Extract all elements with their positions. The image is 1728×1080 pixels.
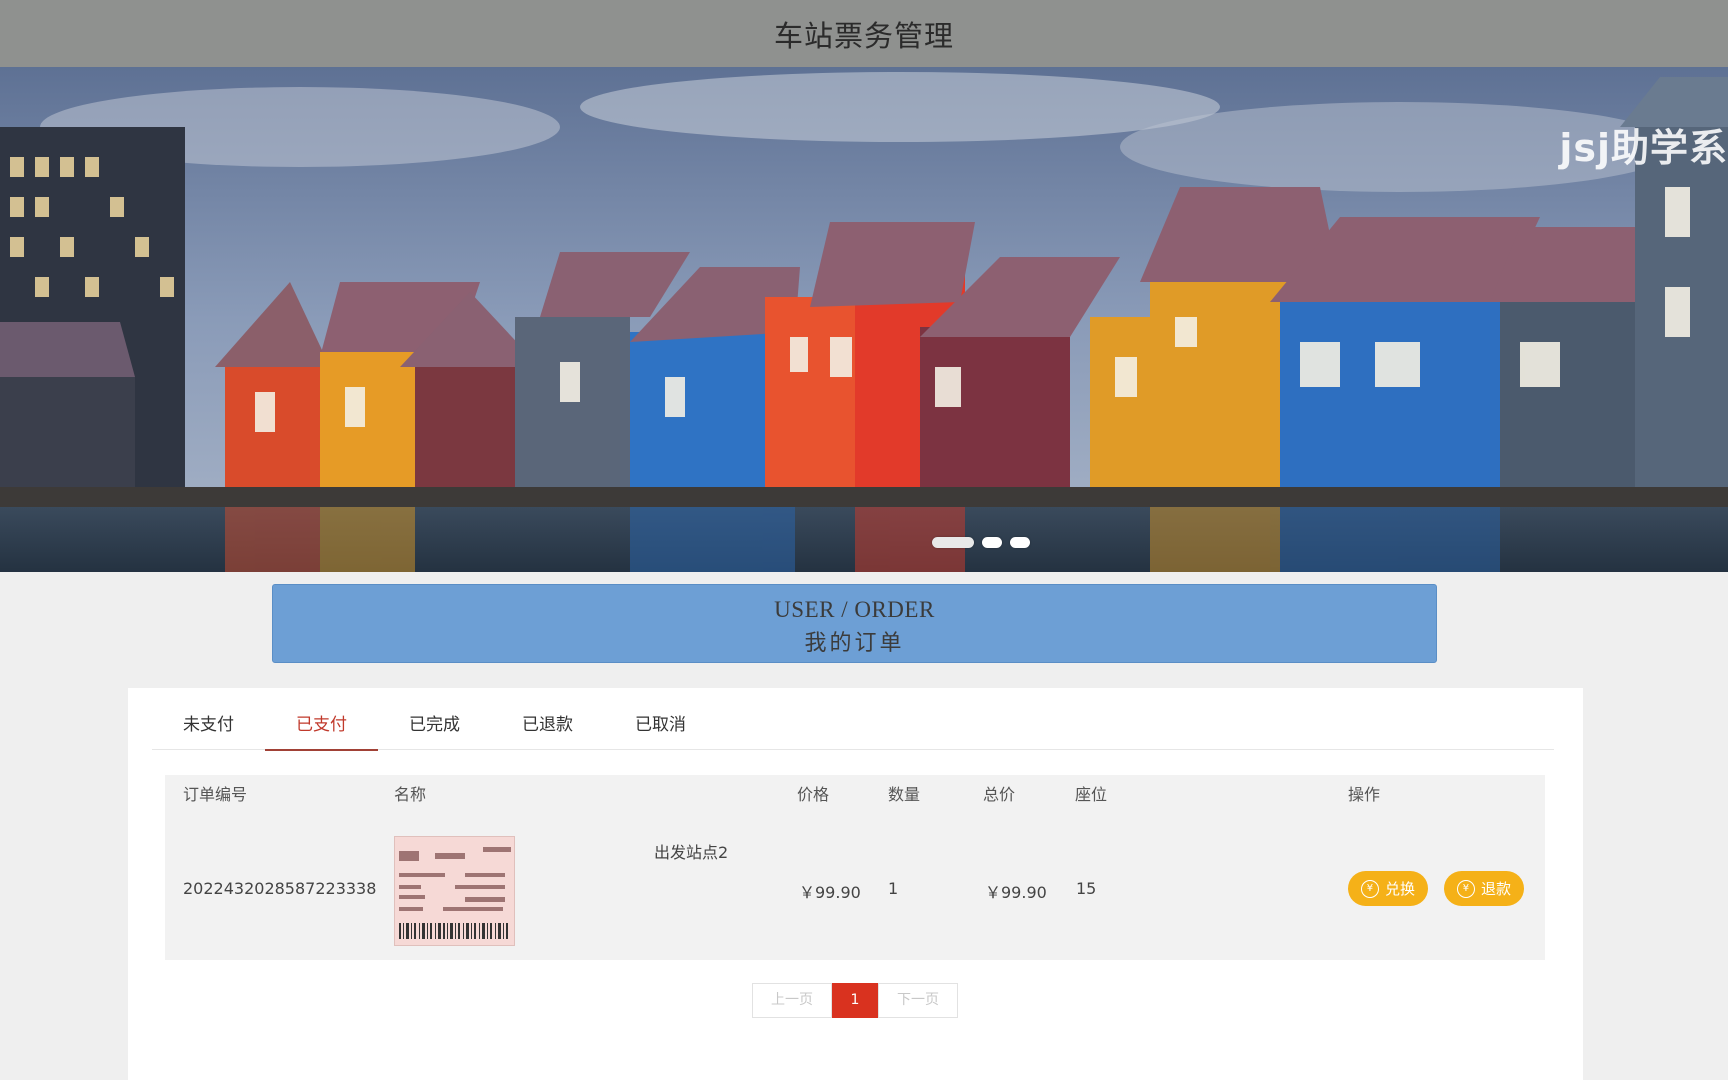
ticket-image — [395, 837, 514, 945]
carousel-dot-2[interactable] — [982, 537, 1002, 548]
item-price: ￥99.90 — [799, 883, 861, 902]
page-1-button[interactable]: 1 — [832, 983, 878, 1018]
carousel-dot-3[interactable] — [1010, 537, 1030, 548]
top-header: 车站票务管理 — [0, 0, 1728, 67]
refund-label: 退款 — [1480, 880, 1511, 898]
prev-page-button[interactable]: 上一页 — [752, 983, 832, 1018]
item-name[interactable]: 出发站点2 — [654, 839, 728, 863]
item-seat: 15 — [1076, 879, 1097, 898]
watermark-text: jsj助学系 — [1559, 126, 1728, 170]
ticket-thumbnail[interactable] — [394, 836, 515, 946]
pagination: 上一页 1 下一页 — [752, 983, 958, 1018]
exchange-button[interactable]: ¥ 兑换 — [1348, 871, 1428, 906]
tab-cancelled[interactable]: 已取消 — [604, 700, 717, 762]
section-title-box: USER / ORDER 我的订单 — [272, 584, 1437, 663]
exchange-label: 兑换 — [1384, 880, 1415, 898]
col-name: 名称 — [394, 785, 427, 804]
banner-carousel: jsj助学系 — [0, 67, 1728, 572]
section-title-cn: 我的订单 — [804, 631, 905, 656]
orders-panel: 未支付 已支付 已完成 已退款 已取消 订单编号 名称 价格 数量 总价 座位 … — [128, 688, 1583, 1080]
carousel-indicators — [932, 537, 1030, 548]
banner-image — [0, 67, 1728, 572]
col-price: 价格 — [797, 785, 830, 804]
tab-unpaid[interactable]: 未支付 — [152, 700, 265, 762]
carousel-dot-1[interactable] — [932, 537, 974, 548]
col-order-no: 订单编号 — [183, 785, 248, 804]
col-action: 操作 — [1348, 785, 1381, 804]
orders-table: 订单编号 名称 价格 数量 总价 座位 操作 20224320285872233… — [165, 775, 1545, 960]
tab-completed[interactable]: 已完成 — [378, 700, 491, 762]
site-title: 车站票务管理 — [773, 18, 954, 53]
col-seat: 座位 — [1075, 785, 1108, 804]
col-total: 总价 — [983, 785, 1016, 804]
item-total: ￥99.90 — [985, 883, 1047, 902]
tab-paid[interactable]: 已支付 — [265, 700, 378, 751]
item-qty: 1 — [888, 879, 899, 898]
tab-refunded[interactable]: 已退款 — [491, 700, 604, 762]
next-page-button[interactable]: 下一页 — [878, 983, 958, 1018]
section-title-en: USER / ORDER — [774, 597, 935, 622]
order-status-tabs: 未支付 已支付 已完成 已退款 已取消 — [152, 688, 1554, 751]
yen-icon: ¥ — [1360, 879, 1379, 898]
col-qty: 数量 — [888, 785, 921, 804]
refund-button[interactable]: ¥ 退款 — [1444, 871, 1524, 906]
yen-icon: ¥ — [1456, 879, 1475, 898]
order-number: 2022432028587223338 — [183, 879, 377, 898]
